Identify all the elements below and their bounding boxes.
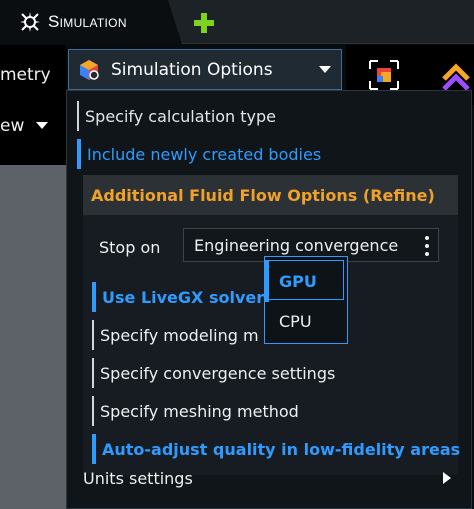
- simulation-options-label: Simulation Options: [111, 59, 273, 80]
- solver-option-gpu[interactable]: GPU: [265, 260, 347, 302]
- ribbon-view-button[interactable]: ew: [0, 116, 49, 136]
- menu-item-include-new-bodies[interactable]: Include newly created bodies: [77, 139, 321, 169]
- option-label: Use LiveGX solver: [102, 287, 265, 307]
- option-convergence-settings[interactable]: Specify convergence settings: [92, 358, 335, 388]
- chevron-up-chart-icon: [442, 63, 470, 91]
- toolbar-chart-button[interactable]: [442, 61, 474, 93]
- caret-down-icon: [319, 65, 331, 73]
- cube-settings-icon: [77, 58, 101, 82]
- ribbon-view-label: ew: [0, 116, 25, 136]
- option-label: Specify modeling m: [100, 325, 259, 345]
- simulation-tab-icon: [18, 10, 42, 34]
- option-meshing-method[interactable]: Specify meshing method: [92, 396, 299, 426]
- toolbar-model-button[interactable]: [364, 55, 404, 95]
- option-label: Specify meshing method: [100, 401, 299, 421]
- chevron-right-icon: [443, 472, 451, 484]
- tab-bar: Simulation: [0, 0, 474, 44]
- tab-simulation[interactable]: Simulation: [0, 0, 182, 44]
- more-options-icon: [424, 236, 430, 256]
- menu-item-label: Include newly created bodies: [87, 144, 322, 164]
- stop-on-value: Engineering convergence: [194, 235, 399, 255]
- option-label: Specify convergence settings: [100, 363, 336, 383]
- menu-item-units-settings[interactable]: Units settings: [83, 463, 463, 493]
- solver-device-popup: GPU CPU: [264, 256, 348, 344]
- option-auto-adjust-quality[interactable]: Auto-adjust quality in low-fidelity area…: [92, 434, 460, 464]
- model-frame-icon: [369, 60, 399, 90]
- stop-on-label: Stop on: [99, 238, 161, 257]
- fluid-flow-options-header[interactable]: Additional Fluid Flow Options (Refine): [83, 175, 458, 215]
- ribbon-geometry-label: metry: [0, 65, 51, 85]
- menu-item-label: Specify calculation type: [85, 106, 277, 126]
- solver-option-cpu[interactable]: CPU: [265, 300, 347, 342]
- add-tab-button[interactable]: [193, 12, 215, 34]
- solver-option-label: CPU: [279, 311, 312, 331]
- menu-item-calculation-type[interactable]: Specify calculation type: [77, 101, 276, 131]
- option-modeling-method[interactable]: Specify modeling m: [92, 320, 259, 350]
- plus-icon: [194, 13, 214, 33]
- solver-option-label: GPU: [279, 271, 317, 291]
- option-use-livegx[interactable]: Use LiveGX solver: [92, 282, 264, 312]
- simulation-options-dropdown[interactable]: Simulation Options: [68, 49, 342, 90]
- ribbon-geometry-button[interactable]: metry: [0, 65, 51, 85]
- left-ribbon: metry ew: [0, 45, 66, 165]
- tab-simulation-label: Simulation: [48, 12, 127, 31]
- workspace-background: [0, 165, 66, 509]
- caret-down-icon: [36, 122, 49, 129]
- option-label: Auto-adjust quality in low-fidelity area…: [102, 439, 461, 459]
- section-title: Additional Fluid Flow Options (Refine): [91, 185, 435, 205]
- units-settings-label: Units settings: [83, 468, 193, 488]
